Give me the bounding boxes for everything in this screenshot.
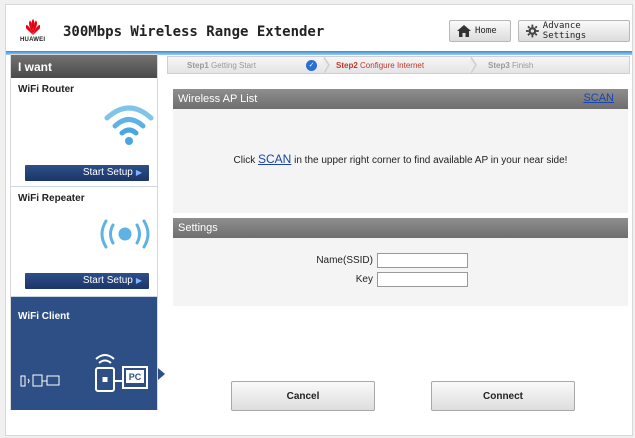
wireless-ap-list-panel: Wireless AP List SCAN Click SCAN in the …: [173, 89, 628, 213]
ssid-input[interactable]: [377, 253, 468, 268]
ap-list-title: Wireless AP List: [178, 93, 258, 105]
sidebar-heading: I want: [11, 55, 157, 78]
wifi-router-icon: [104, 105, 154, 145]
step-separator-icon: [470, 56, 477, 74]
wifi-router-start-setup-button[interactable]: Start Setup ▶: [25, 165, 149, 181]
pc-text: PC: [129, 372, 142, 382]
app-title: 300Mbps Wireless Range Extender: [63, 24, 325, 40]
step-separator-icon: [323, 56, 330, 74]
wifi-client-title: WiFi Client: [18, 311, 70, 322]
check-icon: ✓: [306, 60, 317, 71]
step-2: Step2 Configure Internet: [336, 61, 425, 70]
home-label: Home: [475, 26, 497, 36]
sidebar-item-wifi-client[interactable]: WiFi Client PC: [11, 297, 157, 410]
key-input[interactable]: [377, 272, 468, 287]
start-setup-label: Start Setup: [82, 167, 133, 178]
wifi-client-icon: PC: [20, 354, 148, 392]
cancel-button[interactable]: Cancel: [231, 381, 375, 411]
step-3: Step3 Finish: [488, 61, 534, 70]
scan-link[interactable]: SCAN: [583, 92, 614, 104]
wifi-repeater-icon: [100, 219, 150, 249]
home-icon: [457, 25, 471, 37]
key-label: Key: [355, 274, 373, 285]
huawei-logo-icon: [25, 19, 41, 35]
sidebar-item-wifi-router[interactable]: WiFi Router Start Setup ▶: [11, 78, 157, 187]
sidebar-item-wifi-repeater[interactable]: WiFi Repeater Start Setup ▶: [11, 187, 157, 297]
ssid-row: Name(SSID): [173, 253, 628, 269]
advance-settings-button[interactable]: Advance Settings: [518, 20, 630, 42]
huawei-logo: HUAWEI: [20, 18, 46, 46]
ap-list-message: Click SCAN in the upper right corner to …: [233, 152, 568, 166]
logo-text: HUAWEI: [20, 37, 46, 43]
wifi-router-title: WiFi Router: [18, 84, 75, 95]
inline-scan-link[interactable]: SCAN: [258, 152, 291, 166]
home-button[interactable]: Home: [449, 20, 511, 42]
connect-button[interactable]: Connect: [431, 381, 575, 411]
gear-icon: [526, 24, 539, 38]
settings-header: Settings: [173, 218, 628, 238]
header: HUAWEI 300Mbps Wireless Range Extender H…: [6, 5, 632, 51]
wifi-repeater-title: WiFi Repeater: [18, 193, 85, 204]
advance-settings-label: Advance Settings: [542, 21, 587, 41]
ssid-label: Name(SSID): [316, 255, 373, 266]
settings-panel: Settings Name(SSID) Key: [173, 218, 628, 306]
ap-list-header: Wireless AP List SCAN: [173, 89, 628, 109]
step-progress-bar: Step1 Getting Start ✓ Step2 Configure In…: [167, 56, 630, 74]
step-1: Step1 Getting Start: [187, 61, 256, 70]
play-arrow-icon: ▶: [135, 168, 142, 177]
settings-title: Settings: [178, 222, 218, 234]
active-pointer-icon: [158, 368, 165, 380]
play-arrow-icon: ▶: [135, 276, 142, 285]
wifi-repeater-start-setup-button[interactable]: Start Setup ▶: [25, 273, 149, 289]
mode-sidebar: I want WiFi Router Start Setup ▶ WiFi Rep…: [10, 54, 158, 410]
key-row: Key: [173, 272, 628, 288]
start-setup-label: Start Setup: [82, 275, 133, 286]
